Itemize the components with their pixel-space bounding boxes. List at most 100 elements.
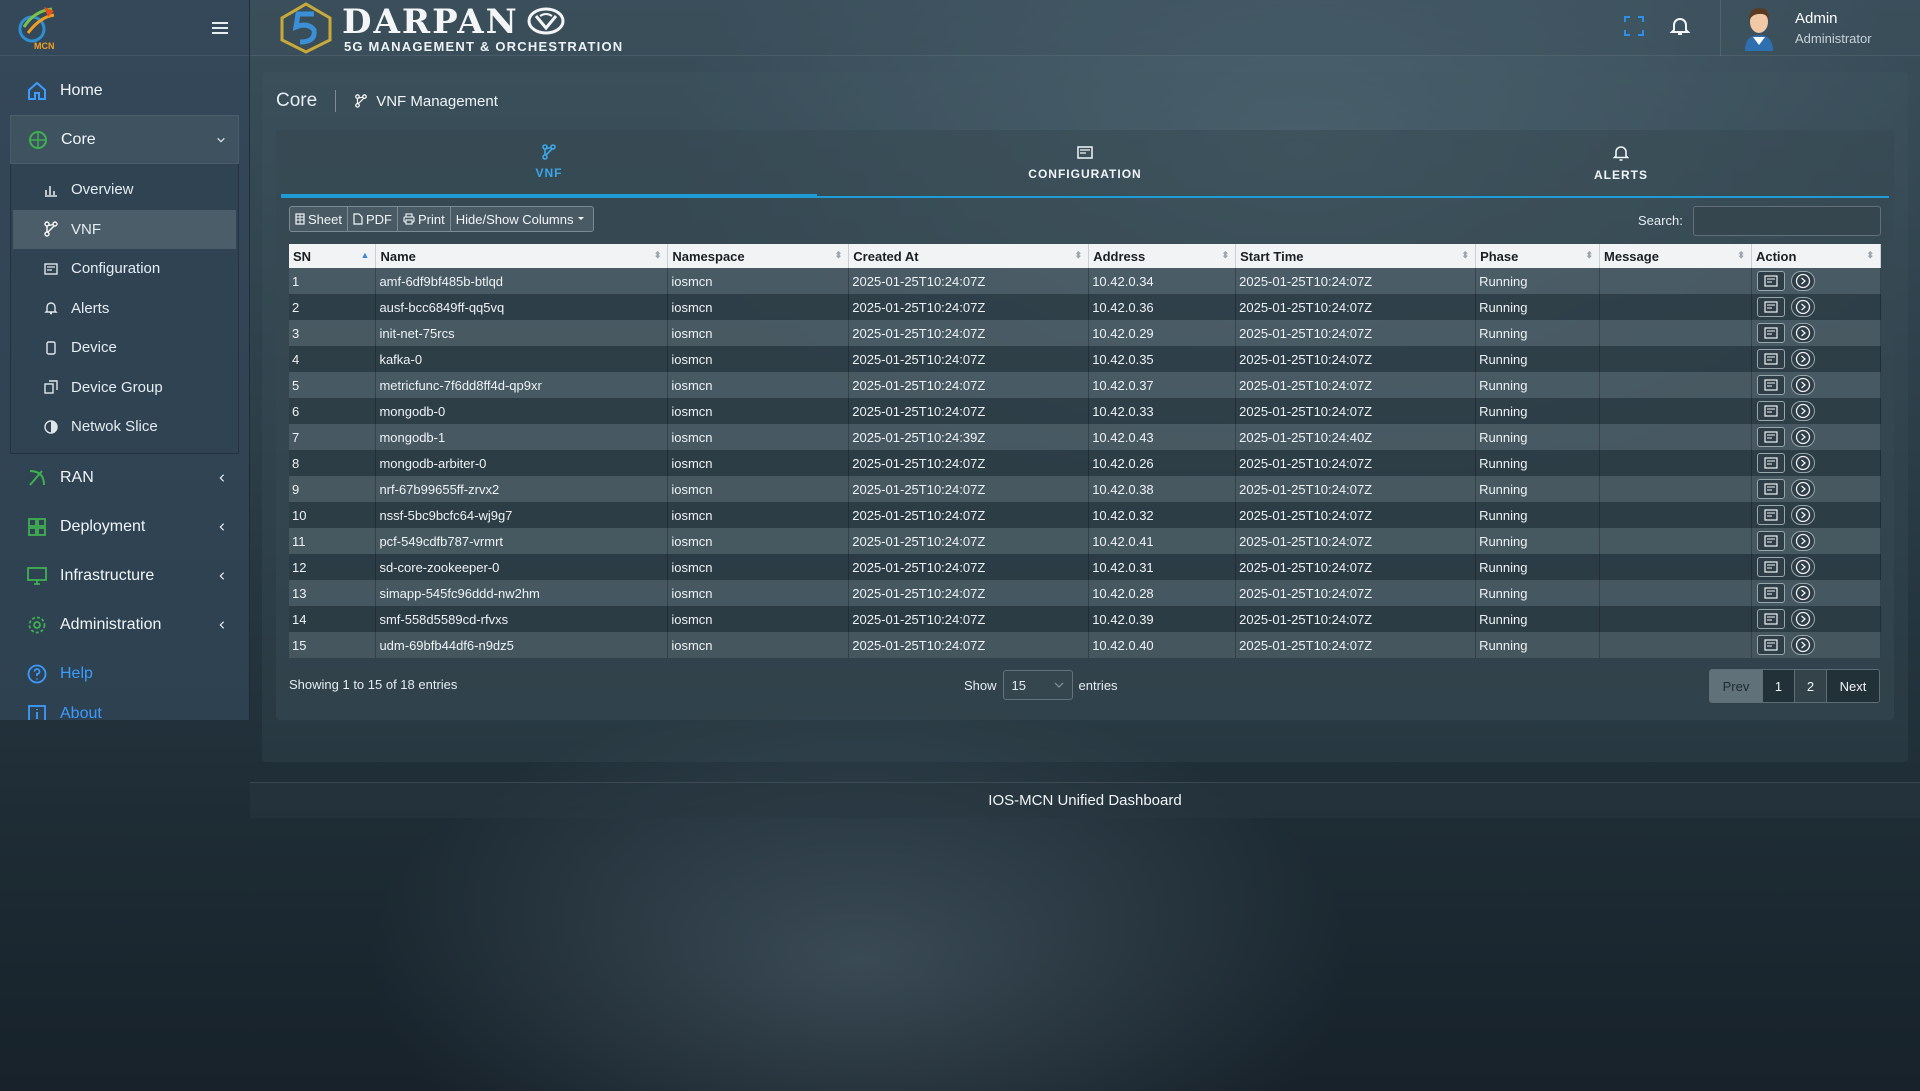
sidebar-item-vnf[interactable]: VNF: [13, 209, 236, 249]
sidebar-item-label: Help: [60, 665, 93, 682]
column-header-created-at[interactable]: Created At ⬍: [848, 244, 1090, 268]
terminal-button[interactable]: [1756, 635, 1785, 655]
play-circle-icon: [1795, 559, 1811, 575]
column-visibility-button[interactable]: Hide/Show Columns: [451, 207, 593, 231]
play-button[interactable]: [1790, 323, 1815, 343]
sidebar-item-device[interactable]: Device: [13, 328, 236, 368]
play-button[interactable]: [1790, 375, 1815, 395]
table-row: 13 simapp-545fc96ddd-nw2hm iosmcn 2025-01-2…: [289, 580, 1882, 606]
print-button[interactable]: Print: [398, 207, 451, 231]
terminal-button[interactable]: [1756, 297, 1785, 317]
page-2-button[interactable]: 2: [1795, 670, 1827, 702]
chevron-left-icon: [219, 572, 225, 580]
play-button[interactable]: [1790, 557, 1815, 577]
cell-action: [1751, 554, 1882, 580]
cell-namespace: iosmcn: [667, 424, 850, 450]
breadcrumb-root[interactable]: Core: [276, 90, 337, 112]
play-button[interactable]: [1790, 349, 1815, 369]
terminal-button[interactable]: [1756, 505, 1785, 525]
export-sheet-button[interactable]: Sheet: [290, 207, 348, 231]
cell-message: [1599, 268, 1752, 294]
sidebar-item-device-group[interactable]: Device Group: [13, 368, 236, 408]
cell-phase: Running: [1475, 554, 1601, 580]
terminal-button[interactable]: [1756, 323, 1785, 343]
fullscreen-icon[interactable]: [1622, 14, 1646, 38]
terminal-button[interactable]: [1756, 583, 1785, 603]
cell-start-time: 2025-01-25T10:24:07Z: [1235, 372, 1477, 398]
row-actions: [1756, 323, 1815, 343]
terminal-button[interactable]: [1756, 349, 1785, 369]
terminal-button[interactable]: [1756, 271, 1785, 291]
export-pdf-button[interactable]: PDF: [348, 207, 398, 231]
brand-logo[interactable]: MCN: [18, 5, 58, 51]
column-header-namespace[interactable]: Namespace ⬍: [667, 244, 850, 268]
play-circle-icon: [1795, 585, 1811, 601]
sidebar-item-help[interactable]: Help: [0, 650, 249, 699]
user-role: Administrator: [1795, 31, 1872, 46]
play-button[interactable]: [1790, 453, 1815, 473]
play-button[interactable]: [1790, 583, 1815, 603]
terminal-button[interactable]: [1756, 479, 1785, 499]
darpan-logo[interactable]: DARPAN 5G MANAGEMENT & ORCHESTRATION: [278, 2, 622, 54]
play-button[interactable]: [1790, 297, 1815, 317]
tab-vnf[interactable]: VNF: [281, 130, 817, 198]
column-header-message[interactable]: Message ⬍: [1599, 244, 1752, 268]
sidebar-item-deployment[interactable]: Deployment: [0, 503, 249, 552]
play-button[interactable]: [1790, 401, 1815, 421]
sidebar-item-infrastructure[interactable]: Infrastructure: [0, 552, 249, 601]
row-actions: [1756, 531, 1815, 551]
play-button[interactable]: [1790, 531, 1815, 551]
sidebar-item-administration[interactable]: Administration: [0, 601, 249, 650]
column-header-name[interactable]: Name ⬍: [375, 244, 669, 268]
terminal-button[interactable]: [1756, 401, 1785, 421]
sidebar-item-label: Core: [61, 130, 96, 148]
sidebar-item-overview[interactable]: Overview: [13, 170, 236, 210]
terminal-button[interactable]: [1756, 557, 1785, 577]
sidebar-item-core[interactable]: Core: [10, 115, 239, 164]
play-button[interactable]: [1790, 505, 1815, 525]
column-header-phase[interactable]: Phase ⬍: [1475, 244, 1601, 268]
column-header-action[interactable]: Action ⬍: [1751, 244, 1882, 268]
cell-address: 10.42.0.43: [1088, 424, 1237, 450]
play-button[interactable]: [1790, 479, 1815, 499]
row-actions: [1756, 271, 1815, 291]
column-header-address[interactable]: Address ⬍: [1088, 244, 1237, 268]
terminal-button[interactable]: [1756, 375, 1785, 395]
menu-toggle-icon[interactable]: [209, 17, 231, 39]
tab-configuration[interactable]: CONFIGURATION: [817, 130, 1353, 196]
user-menu[interactable]: Admin Administrator: [1720, 0, 1920, 56]
next-page-button[interactable]: Next: [1827, 670, 1879, 702]
sidebar-item-configuration[interactable]: Configuration: [13, 249, 236, 289]
page-length-select[interactable]: 15: [1002, 670, 1073, 700]
table-info: Showing 1 to 15 of 18 entries: [289, 677, 458, 692]
table-row: 4 kafka-0 iosmcn 2025-01-25T10:24:07Z 10.42.…: [289, 346, 1882, 372]
play-button[interactable]: [1790, 609, 1815, 629]
tab-bar: VNF CONFIGURATION ALERTS: [281, 130, 1889, 198]
bell-icon: [44, 302, 58, 315]
column-header-sn[interactable]: SN ▲: [289, 244, 377, 268]
cell-name: udm-69bfb44df6-n9dz5: [375, 632, 669, 658]
sidebar-item-ran[interactable]: RAN: [0, 454, 249, 503]
column-header-start-time[interactable]: Start Time ⬍: [1235, 244, 1477, 268]
prev-page-button[interactable]: Prev: [1710, 670, 1763, 702]
row-actions: [1756, 375, 1815, 395]
play-button[interactable]: [1790, 427, 1815, 447]
sidebar-item-home[interactable]: Home: [0, 66, 249, 115]
cell-message: [1599, 320, 1752, 346]
sidebar-item-network-slice[interactable]: Netwok Slice: [13, 407, 236, 447]
tab-alerts[interactable]: ALERTS: [1353, 130, 1889, 196]
page-1-button[interactable]: 1: [1763, 670, 1795, 702]
sidebar-item-about[interactable]: About: [0, 699, 249, 720]
sidebar-item-alerts[interactable]: Alerts: [13, 289, 236, 329]
five-g-logo-icon: [280, 2, 332, 54]
terminal-button[interactable]: [1756, 427, 1785, 447]
terminal-button[interactable]: [1756, 531, 1785, 551]
play-button[interactable]: [1790, 635, 1815, 655]
notifications-bell-icon[interactable]: [1668, 14, 1692, 38]
search-input[interactable]: [1693, 206, 1881, 236]
terminal-button[interactable]: [1756, 609, 1785, 629]
play-button[interactable]: [1790, 271, 1815, 291]
cell-name: amf-6df9bf485b-btlqd: [375, 268, 669, 294]
terminal-button[interactable]: [1756, 453, 1785, 473]
cell-name: simapp-545fc96ddd-nw2hm: [375, 580, 669, 606]
